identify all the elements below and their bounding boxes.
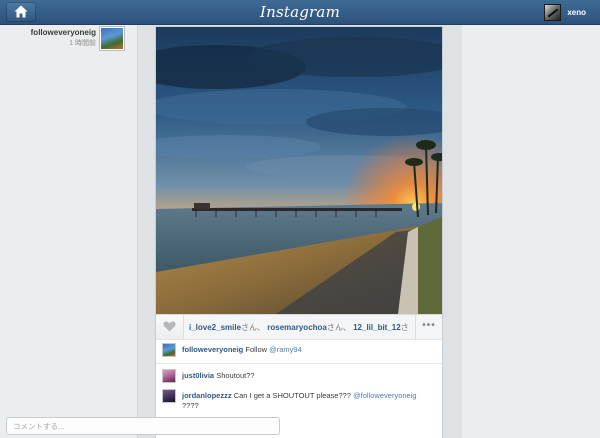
likers-list: i_love2_smileさん、 rosemaryochoaさん、 12_lil… bbox=[189, 322, 409, 333]
right-gutter bbox=[462, 25, 600, 438]
caption-author-avatar[interactable] bbox=[162, 343, 176, 357]
comment-mention[interactable]: @followeveryoneig bbox=[353, 391, 416, 400]
comment-body: Shoutout?? bbox=[216, 371, 255, 380]
commenter-username[interactable]: jordanlopezzz bbox=[182, 391, 232, 400]
post-card: i_love2_smileさん、 rosemaryochoaさん、 12_lil… bbox=[156, 27, 442, 438]
author-avatar[interactable] bbox=[100, 27, 124, 50]
commenter-avatar[interactable] bbox=[162, 389, 176, 403]
commenter-avatar[interactable] bbox=[162, 369, 176, 383]
author-username[interactable]: followeveryoneig bbox=[31, 28, 96, 37]
post-author: followeveryoneig 1 時間前 bbox=[0, 27, 124, 50]
post-timestamp: 1 時間前 bbox=[69, 40, 96, 47]
left-gutter bbox=[0, 25, 137, 438]
user-avatar[interactable] bbox=[544, 3, 562, 21]
comment-input[interactable] bbox=[6, 417, 280, 435]
liker-separator: さん、 bbox=[241, 323, 266, 332]
post-photo[interactable] bbox=[156, 27, 442, 314]
comment-text: jordanlopezzz Can I get a SHOUTOUT pleas… bbox=[182, 391, 428, 411]
user-menu[interactable]: xeno bbox=[544, 3, 586, 21]
liker-username[interactable]: i_love2_smile bbox=[189, 323, 241, 332]
liker-username[interactable]: rosemaryochoa bbox=[267, 323, 327, 332]
comment-text: just0livia Shoutout?? bbox=[182, 371, 428, 381]
commenter-username[interactable]: just0livia bbox=[182, 371, 214, 380]
user-name[interactable]: xeno bbox=[567, 8, 586, 17]
liker-username[interactable]: 12_lil_bit_12 bbox=[353, 323, 401, 332]
caption-text: followeveryoneig Follow @ramy94 bbox=[182, 345, 428, 355]
more-options-button[interactable]: ••• bbox=[415, 315, 442, 339]
caption-username[interactable]: followeveryoneig bbox=[182, 345, 243, 354]
caption-mention[interactable]: @ramy94 bbox=[269, 345, 302, 354]
beach-sunset-photo bbox=[156, 27, 442, 314]
top-navigation-bar: Instagram xeno bbox=[0, 0, 600, 25]
liker-separator: さん、 bbox=[400, 323, 409, 332]
caption-body: Follow bbox=[245, 345, 270, 354]
comment-body: Can I get a SHOUTOUT please??? bbox=[233, 391, 354, 400]
liker-separator: さん、 bbox=[326, 323, 351, 332]
instagram-logo[interactable]: Instagram bbox=[0, 0, 600, 24]
like-button[interactable] bbox=[156, 315, 184, 339]
comment-body-continued: ???? bbox=[182, 401, 199, 410]
post-caption: followeveryoneig Follow @ramy94 bbox=[156, 343, 442, 364]
heart-icon bbox=[163, 321, 176, 332]
likes-bar: i_love2_smileさん、 rosemaryochoaさん、 12_lil… bbox=[156, 314, 442, 340]
